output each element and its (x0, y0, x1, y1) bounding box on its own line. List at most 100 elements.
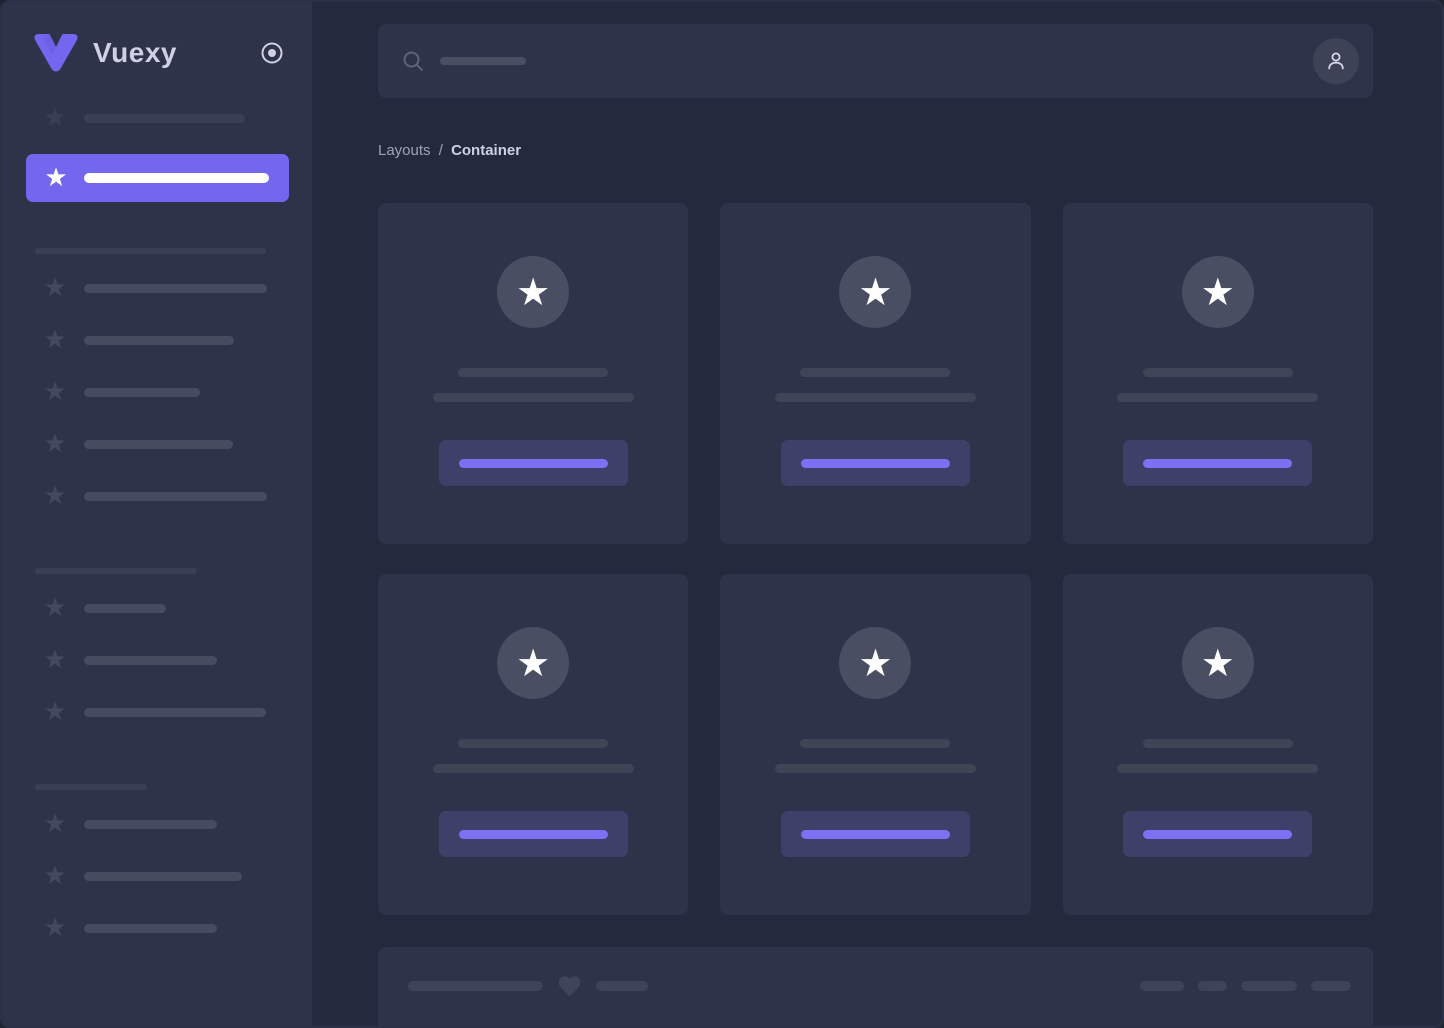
heart-icon (556, 973, 583, 1004)
sidebar-nav-group: ★ ★ ★ ★ ★ (2, 248, 312, 522)
logo-row: Vuexy (2, 2, 312, 74)
placeholder-card: ★ (720, 203, 1031, 544)
app-window: Vuexy ★ ★ ★ ★ ★ ★ ★ ★ ★ ★ ★ ★ ★ Layouts … (0, 0, 1444, 1028)
sidebar-nav-item[interactable]: ★ (2, 418, 312, 470)
sidebar-nav-group: ★ ★ ★ (2, 568, 312, 738)
card-grid: ★ ★ ★ ★ ★ ★ (378, 203, 1373, 915)
radio-circle-icon[interactable] (260, 41, 284, 65)
star-icon: ★ (43, 913, 67, 943)
footer-link-skeleton[interactable] (1241, 981, 1297, 991)
star-icon: ★ (858, 270, 893, 314)
card-button-label-skeleton (800, 458, 950, 468)
footer-link-skeleton[interactable] (1140, 981, 1184, 991)
nav-item-label-skeleton (84, 173, 269, 183)
star-icon: ★ (43, 429, 67, 459)
search-input-placeholder-skeleton[interactable] (440, 57, 526, 65)
card-button-label-skeleton (1143, 829, 1293, 839)
card-button[interactable] (438, 811, 628, 857)
card-title-skeleton (800, 739, 951, 748)
footer-link-skeleton[interactable] (1311, 981, 1351, 991)
card-subtitle-skeleton (1117, 764, 1319, 773)
star-icon: ★ (43, 377, 67, 407)
nav-item-label-skeleton (84, 871, 242, 881)
card-button-label-skeleton (800, 829, 950, 839)
card-button-label-skeleton (1143, 458, 1293, 468)
sidebar-nav-item[interactable]: ★ (2, 798, 312, 850)
sidebar-nav-item[interactable]: ★ (2, 686, 312, 738)
breadcrumb-separator: / (438, 142, 443, 159)
nav-item-label-skeleton (84, 603, 166, 613)
star-icon: ★ (1200, 641, 1235, 685)
card-button[interactable] (1123, 811, 1313, 857)
card-button-label-skeleton (458, 829, 608, 839)
nav-item-label-skeleton (84, 387, 200, 397)
footer-links (1140, 981, 1351, 991)
sidebar-nav-item[interactable]: ★ (2, 902, 312, 954)
sidebar-nav-item[interactable]: ★ (2, 314, 312, 366)
person-icon (1328, 52, 1344, 70)
card-avatar: ★ (497, 627, 570, 699)
placeholder-card: ★ (720, 574, 1031, 915)
sidebar-groups: ★ ★ ★ ★ ★ ★ ★ ★ ★ ★ ★ (2, 248, 312, 954)
breadcrumb-current: Container (451, 142, 522, 159)
nav-group-header-skeleton (35, 784, 147, 790)
magnifier-icon (403, 51, 423, 71)
search-bar[interactable] (378, 24, 1373, 98)
star-icon: ★ (1200, 270, 1235, 314)
card-title-skeleton (800, 368, 951, 377)
star-icon: ★ (43, 481, 67, 511)
placeholder-card: ★ (378, 203, 689, 544)
sidebar-nav-group: ★ ★ ★ (2, 784, 312, 954)
footer-text-skeleton (596, 981, 648, 991)
nav-group-header-skeleton (35, 248, 266, 254)
card-avatar: ★ (1181, 256, 1254, 328)
page-footer (378, 947, 1373, 1026)
nav-group-header-skeleton (35, 568, 197, 574)
nav-item-label-skeleton (84, 707, 266, 717)
card-button[interactable] (438, 440, 628, 486)
nav-item-label-skeleton (84, 335, 234, 345)
card-avatar: ★ (839, 256, 912, 328)
card-subtitle-skeleton (774, 393, 976, 402)
card-button[interactable] (780, 440, 970, 486)
sidebar-nav-item[interactable]: ★ (2, 582, 312, 634)
card-subtitle-skeleton (1117, 393, 1319, 402)
breadcrumb: Layouts / Container (378, 142, 1373, 159)
nav-item-label-skeleton (84, 655, 217, 665)
star-icon: ★ (43, 325, 67, 355)
placeholder-card: ★ (378, 574, 689, 915)
star-icon: ★ (516, 641, 551, 685)
breadcrumb-parent[interactable]: Layouts (378, 142, 431, 159)
star-icon: ★ (43, 861, 67, 891)
footer-link-skeleton[interactable] (1198, 981, 1227, 991)
card-avatar: ★ (839, 627, 912, 699)
sidebar-nav-item[interactable]: ★ (2, 634, 312, 686)
star-icon: ★ (43, 809, 67, 839)
nav-item-label-skeleton (84, 113, 245, 123)
card-subtitle-skeleton (774, 764, 976, 773)
sidebar-nav-item-active[interactable]: ★ (26, 154, 289, 202)
star-icon: ★ (858, 641, 893, 685)
sidebar-nav-item[interactable]: ★ (2, 262, 312, 314)
placeholder-card: ★ (1062, 203, 1373, 544)
star-icon: ★ (43, 103, 67, 133)
sidebar-nav-item[interactable]: ★ (2, 470, 312, 522)
card-button[interactable] (780, 811, 970, 857)
star-icon: ★ (43, 593, 67, 623)
nav-item-label-skeleton (84, 491, 267, 501)
sidebar-nav-item[interactable]: ★ (2, 850, 312, 902)
nav-item-label-skeleton (84, 283, 267, 293)
sidebar: Vuexy ★ ★ ★ ★ ★ ★ ★ ★ ★ ★ ★ ★ ★ (2, 2, 312, 1026)
card-title-skeleton (1142, 739, 1293, 748)
star-icon: ★ (43, 645, 67, 675)
card-subtitle-skeleton (432, 764, 634, 773)
card-subtitle-skeleton (432, 393, 634, 402)
user-avatar[interactable] (1313, 38, 1359, 84)
sidebar-nav-item[interactable]: ★ (2, 366, 312, 418)
card-button[interactable] (1123, 440, 1313, 486)
star-icon: ★ (516, 270, 551, 314)
nav-item-label-skeleton (84, 923, 217, 933)
placeholder-card: ★ (1062, 574, 1373, 915)
card-title-skeleton (458, 739, 609, 748)
sidebar-nav-item[interactable]: ★ (2, 92, 312, 144)
